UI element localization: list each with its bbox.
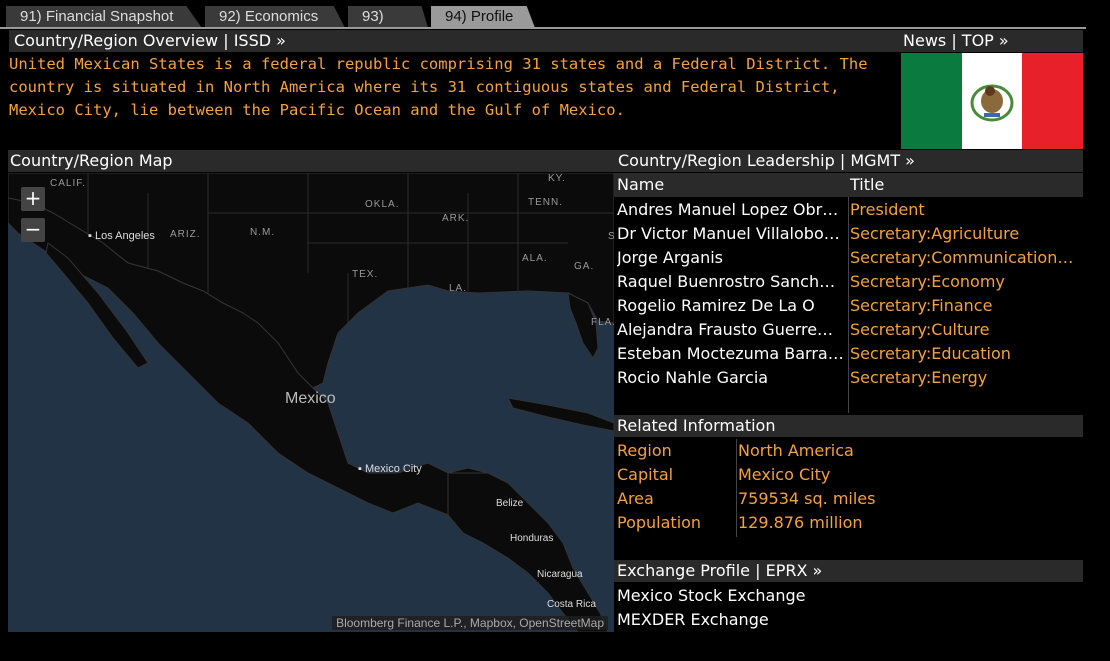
country-map[interactable]: + − CALIF. KY. OKLA. ARK. TENN. ARIZ. N.… <box>8 173 614 632</box>
map-label-calif: CALIF. <box>50 178 87 189</box>
city-los-angeles-label: Los Angeles <box>94 230 155 242</box>
city-mexico-city: ▪ Mexico City <box>358 463 422 475</box>
map-header: Country/Region Map <box>8 150 614 172</box>
map-label-ky: KY. <box>548 173 566 184</box>
news-top-link[interactable]: News | TOP » <box>897 30 1083 52</box>
related-label: Area <box>617 489 654 508</box>
zoom-in-button[interactable]: + <box>21 187 45 211</box>
map-label-ala: ALA. <box>522 253 548 264</box>
city-los-angeles: ▪ Los Angeles <box>88 230 155 242</box>
related-divider <box>736 439 737 537</box>
map-label-ga: GA. <box>574 261 595 272</box>
map-label-mexico: Mexico <box>285 390 336 407</box>
related-value[interactable]: North America <box>738 439 854 463</box>
related-label: Population <box>617 513 702 532</box>
leader-name[interactable]: Dr Victor Manuel Villalobo… <box>617 222 847 246</box>
city-costa-rica: Costa Rica <box>547 599 596 610</box>
map-label-nm: N.M. <box>250 227 276 238</box>
map-label-ark: ARK. <box>442 213 470 224</box>
map-attribution[interactable]: Bloomberg Finance L.P., Mapbox, OpenStre… <box>332 616 608 630</box>
city-belize: Belize <box>496 498 524 509</box>
exchange-item[interactable]: Mexico Stock Exchange <box>617 584 806 608</box>
related-value[interactable]: Mexico City <box>738 463 830 487</box>
leader-title[interactable]: Secretary:Finance <box>850 294 1082 318</box>
leader-name[interactable]: Andres Manuel Lopez Obr… <box>617 198 847 222</box>
related-label: Capital <box>617 465 674 484</box>
leader-title[interactable]: Secretary:Education <box>850 342 1082 366</box>
map-label-tenn: TENN. <box>528 197 563 208</box>
exchange-list: Mexico Stock Exchange MEXDER Exchange <box>614 584 1083 632</box>
tab-underline <box>0 27 1086 29</box>
overview-header[interactable]: Country/Region Overview | ISSD » <box>9 30 897 52</box>
map-label-tex: TEX. <box>352 269 379 280</box>
city-honduras: Honduras <box>510 533 554 544</box>
tab-profile[interactable]: 94) Profile <box>431 6 535 28</box>
leader-name[interactable]: Rogelio Ramirez De La O <box>617 294 847 318</box>
related-value[interactable]: 759534 sq. miles <box>738 487 875 511</box>
leader-name[interactable]: Esteban Moctezuma Barra… <box>617 342 847 366</box>
tab-financial-snapshot[interactable]: 91) Financial Snapshot <box>6 6 202 28</box>
map-label-okla: OKLA. <box>365 199 400 210</box>
tab-risk[interactable]: 93) Risk <box>348 6 428 28</box>
map-label-fla: FLA. <box>591 317 614 328</box>
zoom-out-button[interactable]: − <box>21 218 45 242</box>
city-mexico-city-label: Mexico City <box>364 463 422 475</box>
tab-economics[interactable]: 92) Economics <box>205 6 345 28</box>
leader-name[interactable]: Rocio Nahle Garcia <box>617 366 847 390</box>
column-title[interactable]: Title <box>850 173 884 197</box>
leader-title[interactable]: Secretary:Energy <box>850 366 1082 390</box>
leadership-column-header: Name Title <box>614 173 1083 197</box>
related-value[interactable]: 129.876 million <box>738 511 863 535</box>
leader-title[interactable]: Secretary:Culture <box>850 318 1082 342</box>
leadership-table: Andres Manuel Lopez Obr… President Dr Vi… <box>614 198 1083 414</box>
leader-title[interactable]: Secretary:Communication… <box>850 246 1082 270</box>
leader-name[interactable]: Jorge Arganis <box>617 246 847 270</box>
map-label-la: LA. <box>449 283 468 294</box>
coat-of-arms-icon <box>970 84 1014 122</box>
leader-name[interactable]: Raquel Buenrostro Sanch… <box>617 270 847 294</box>
related-info-table: Region North America Capital Mexico City… <box>614 439 1083 537</box>
column-name[interactable]: Name <box>617 173 664 197</box>
leadership-header[interactable]: Country/Region Leadership | MGMT » <box>614 150 1083 172</box>
leader-title[interactable]: Secretary:Agriculture <box>850 222 1082 246</box>
exchange-header[interactable]: Exchange Profile | EPRX » <box>614 560 1083 582</box>
exchange-item[interactable]: MEXDER Exchange <box>617 608 769 632</box>
leader-title[interactable]: Secretary:Economy <box>850 270 1082 294</box>
related-label: Region <box>617 441 672 460</box>
mexico-flag <box>901 53 1084 149</box>
leader-name[interactable]: Alejandra Frausto Guerre… <box>617 318 847 342</box>
function-tabs: 91) Financial Snapshot 92) Economics 93)… <box>0 0 1110 28</box>
country-description: United Mexican States is a federal repub… <box>9 55 868 119</box>
city-nicaragua: Nicaragua <box>537 569 583 580</box>
related-info-header: Related Information <box>614 415 1083 437</box>
map-label-ariz: ARIZ. <box>170 229 201 240</box>
leader-title[interactable]: President <box>850 198 1082 222</box>
